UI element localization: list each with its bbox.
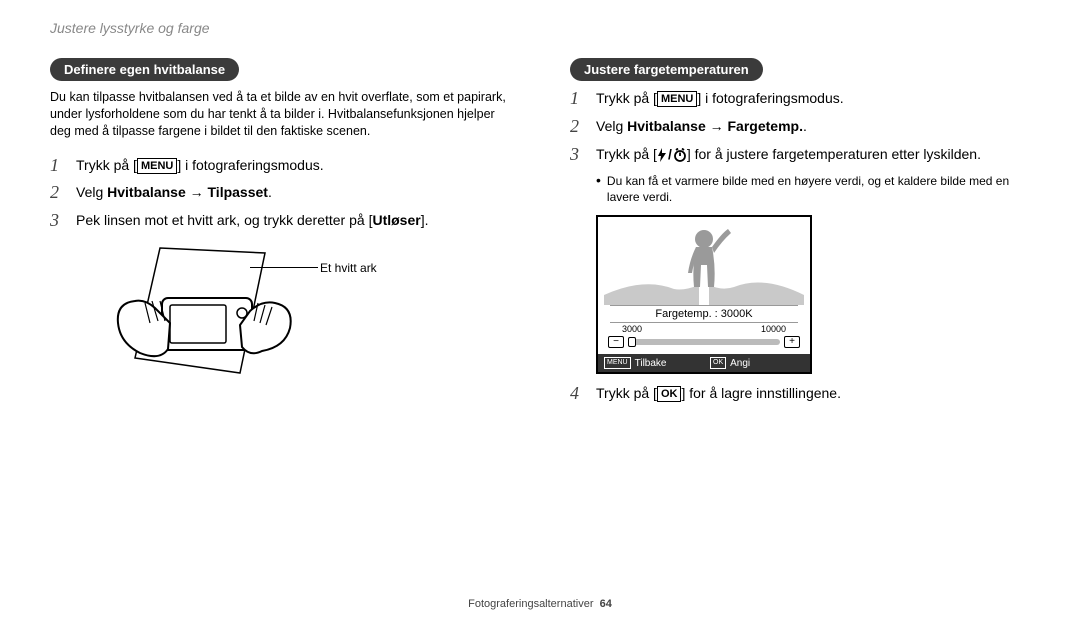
slider-handle[interactable]	[628, 337, 636, 347]
slider: − +	[598, 334, 810, 354]
screen-value-label: Fargetemp. : 3000K	[610, 305, 798, 323]
right-step-2: 2 Velg Hvitbalanse → Fargetemp..	[570, 117, 1030, 137]
footer-section: Fotograferingsalternativer	[468, 598, 593, 610]
section-heading-left: Definere egen hvitbalanse	[50, 58, 239, 81]
page-header: Justere lysstyrke og farge	[50, 20, 1030, 36]
screen-preview	[598, 217, 810, 305]
footer-back: MENU Tilbake	[598, 354, 704, 372]
step-text-a: Pek linsen mot et hvitt ark, og trykk de…	[76, 212, 372, 228]
slider-track[interactable]	[628, 339, 780, 345]
step-number: 3	[50, 211, 66, 231]
footer-page-number: 64	[600, 598, 612, 610]
step-number: 1	[570, 89, 586, 109]
menu-icon: MENU	[657, 91, 697, 107]
footer-set: OK Angi	[704, 354, 810, 372]
step-text-bold: Utløser	[372, 212, 420, 228]
right-step-3: 3 Trykk på [ / ] for å justere fargetemp…	[570, 145, 1030, 165]
callout-line	[250, 267, 318, 268]
right-step-1: 1 Trykk på [MENU] i fotograferingsmodus.	[570, 89, 1030, 109]
sub-bullet: • Du kan få et varmere bilde med en høye…	[596, 173, 1030, 205]
illustration-label: Et hvitt ark	[320, 261, 377, 275]
left-column: Definere egen hvitbalanse Du kan tilpass…	[50, 58, 510, 412]
scale-max: 10000	[761, 324, 786, 334]
step-text-c: .	[803, 118, 807, 134]
step-number: 1	[50, 156, 66, 176]
right-column: Justere fargetemperaturen 1 Trykk på [ME…	[570, 58, 1030, 412]
step-text-a: Velg	[596, 118, 627, 134]
scale-min: 3000	[622, 324, 642, 334]
left-step-2: 2 Velg Hvitbalanse → Tilpasset.	[50, 183, 510, 203]
menu-icon: MENU	[137, 158, 177, 174]
step-number: 2	[570, 117, 586, 137]
step-text-b: ] for å lagre innstillingene.	[681, 385, 841, 401]
footer-back-label: Tilbake	[635, 358, 667, 369]
bullet-icon: •	[596, 173, 601, 205]
ok-icon: OK	[657, 386, 682, 402]
step-text-a: Velg	[76, 184, 107, 200]
footer-set-label: Angi	[730, 358, 750, 369]
step-text-a: Trykk på [	[596, 90, 657, 106]
step-number: 4	[570, 384, 586, 404]
right-step-4: 4 Trykk på [OK] for å lagre innstillinge…	[570, 384, 1030, 404]
illustration-hands-camera: Et hvitt ark	[90, 243, 350, 403]
slider-plus-button[interactable]: +	[784, 336, 800, 348]
page-footer: Fotograferingsalternativer 64	[0, 598, 1080, 610]
step-text-bold: Hvitbalanse → Fargetemp.	[627, 118, 803, 134]
step-text-a: Trykk på [	[596, 146, 657, 162]
flash-timer-icon: /	[657, 145, 687, 165]
left-step-1: 1 Trykk på [MENU] i fotograferingsmodus.	[50, 156, 510, 176]
bullet-text: Du kan få et varmere bilde med en høyere…	[607, 173, 1030, 205]
step-text-bold: Hvitbalanse → Tilpasset	[107, 184, 268, 200]
step-text-b: ] i fotograferingsmodus.	[697, 90, 843, 106]
ok-icon-small: OK	[710, 357, 726, 369]
step-text-c: .	[268, 184, 272, 200]
intro-text: Du kan tilpasse hvitbalansen ved å ta et…	[50, 89, 510, 140]
step-text-c: ].	[421, 212, 429, 228]
step-text-b: ] for å justere fargetemperaturen etter …	[687, 146, 981, 162]
left-step-3: 3 Pek linsen mot et hvitt ark, og trykk …	[50, 211, 510, 231]
menu-icon-small: MENU	[604, 357, 631, 369]
step-text-a: Trykk på [	[76, 157, 137, 173]
step-number: 2	[50, 183, 66, 203]
slider-minus-button[interactable]: −	[608, 336, 624, 348]
step-number: 3	[570, 145, 586, 165]
step-text-a: Trykk på [	[596, 385, 657, 401]
section-heading-right: Justere fargetemperaturen	[570, 58, 763, 81]
camera-screen-mock: Fargetemp. : 3000K 3000 10000 − + MENU T…	[596, 215, 812, 374]
step-text-b: ] i fotograferingsmodus.	[177, 157, 323, 173]
